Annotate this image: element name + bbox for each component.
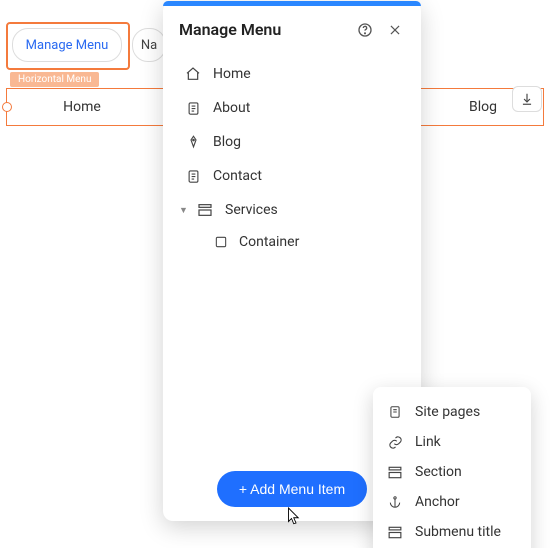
navigate-button[interactable]: Na [132, 28, 166, 62]
add-menu-item-button[interactable]: + Add Menu Item [217, 471, 367, 507]
manage-menu-button[interactable]: Manage Menu [12, 28, 122, 62]
menu-item-label: About [213, 100, 250, 116]
panel-header: Manage Menu [163, 6, 421, 49]
page-icon [387, 405, 403, 419]
section-icon [197, 203, 213, 217]
pen-icon [185, 135, 201, 150]
flyout-item-label: Link [415, 434, 441, 450]
link-icon [387, 435, 403, 450]
hm-item-home[interactable]: Home [7, 99, 157, 115]
horizontal-menu-badge: Horizontal Menu [10, 72, 99, 87]
menu-item-label: Contact [213, 168, 262, 184]
menu-item-about[interactable]: About [175, 91, 413, 125]
panel-title: Manage Menu [179, 20, 355, 39]
add-item-flyout: Site pages Link Section Anchor Submenu t… [373, 387, 531, 548]
anchor-icon [387, 495, 403, 509]
menu-item-label: Home [213, 66, 251, 82]
submenu-icon [387, 526, 403, 539]
help-icon[interactable] [355, 22, 375, 38]
menu-item-services[interactable]: ▼ Services [175, 193, 413, 227]
menu-item-label: Services [225, 202, 278, 218]
hm-item-blog[interactable]: Blog [453, 99, 513, 115]
navigate-label: Na [141, 38, 157, 53]
flyout-item-label: Site pages [415, 404, 480, 420]
menu-item-blog[interactable]: Blog [175, 125, 413, 159]
add-menu-item-label: + Add Menu Item [239, 481, 345, 497]
close-icon[interactable] [385, 23, 405, 37]
flyout-item-section[interactable]: Section [373, 457, 531, 487]
flyout-item-label: Submenu title [415, 524, 501, 540]
menu-list: Home About Blog Contact ▼ Services [163, 49, 421, 257]
page-icon [185, 101, 201, 116]
menu-subitem-label: Container [239, 234, 299, 250]
menu-subitem-container[interactable]: Container [175, 227, 413, 257]
flyout-item-submenu-title[interactable]: Submenu title [373, 517, 531, 547]
flyout-item-site-pages[interactable]: Site pages [373, 397, 531, 427]
chevron-down-icon[interactable]: ▼ [179, 205, 189, 216]
flyout-item-anchor[interactable]: Anchor [373, 487, 531, 517]
download-button[interactable] [512, 86, 542, 112]
flyout-item-label: Anchor [415, 494, 460, 510]
flyout-item-link[interactable]: Link [373, 427, 531, 457]
manage-menu-label: Manage Menu [26, 38, 109, 53]
download-icon [520, 92, 534, 106]
hm-resize-handle[interactable] [2, 102, 12, 112]
menu-item-label: Blog [213, 134, 241, 150]
home-icon [185, 66, 201, 82]
menu-item-home[interactable]: Home [175, 57, 413, 91]
menu-item-contact[interactable]: Contact [175, 159, 413, 193]
section-icon [387, 466, 403, 479]
square-icon [213, 235, 229, 249]
flyout-item-label: Section [415, 464, 462, 480]
page-icon [185, 169, 201, 184]
